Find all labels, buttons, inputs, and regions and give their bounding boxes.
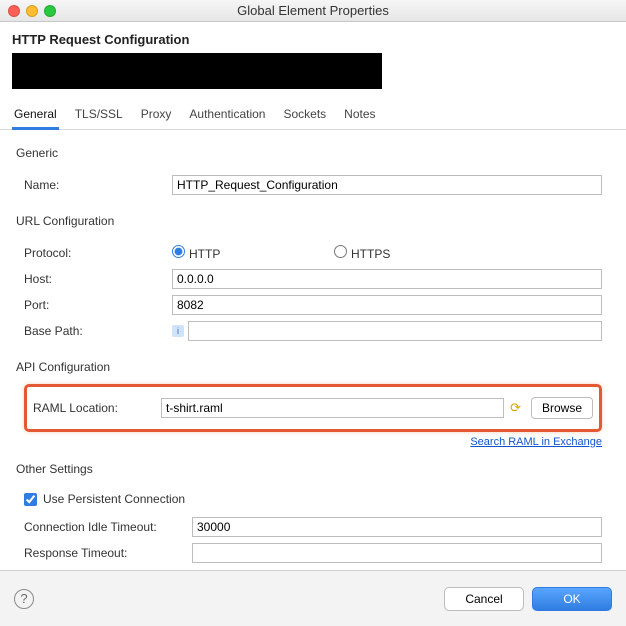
section-url-title: URL Configuration [16,214,610,228]
section-api-title: API Configuration [16,360,610,374]
tab-authentication[interactable]: Authentication [187,101,267,129]
ok-button[interactable]: OK [532,587,612,611]
tab-tlsssl[interactable]: TLS/SSL [73,101,125,129]
host-label: Host: [24,272,172,286]
protocol-http[interactable]: HTTP [172,245,320,261]
host-input[interactable] [172,269,602,289]
port-label: Port: [24,298,172,312]
zoom-icon[interactable] [44,5,56,17]
tab-content-general: Generic Name: URL Configuration Protocol… [0,130,626,586]
tab-general[interactable]: General [12,101,59,129]
persistent-checkbox[interactable] [24,493,37,506]
protocol-https[interactable]: HTTPS [334,245,482,261]
tab-sockets[interactable]: Sockets [281,101,328,129]
basepath-input[interactable] [188,321,602,341]
search-raml-link[interactable]: Search RAML in Exchange [470,436,602,448]
refresh-icon[interactable]: ⟳ [510,400,521,416]
tab-proxy[interactable]: Proxy [139,101,174,129]
port-input[interactable] [172,295,602,315]
browse-button[interactable]: Browse [531,397,593,419]
persistent-label: Use Persistent Connection [43,492,185,506]
window-titlebar: Global Element Properties [0,0,626,22]
protocol-http-radio[interactable] [172,245,185,258]
help-icon[interactable]: ? [14,589,34,609]
name-label: Name: [24,178,172,192]
protocol-radios: HTTP HTTPS [172,245,482,261]
window-controls [8,5,56,17]
tab-notes[interactable]: Notes [342,101,377,129]
protocol-https-radio[interactable] [334,245,347,258]
basepath-label: Base Path: [24,324,172,338]
tab-bar: General TLS/SSL Proxy Authentication Sockets… [0,97,626,130]
conn-idle-input[interactable] [192,517,602,537]
conn-idle-label: Connection Idle Timeout: [24,520,192,534]
page-title: HTTP Request Configuration [12,32,614,47]
minimize-icon[interactable] [26,5,38,17]
raml-row-highlight: RAML Location: ⟳ Browse [24,384,602,432]
resp-timeout-input[interactable] [192,543,602,563]
info-icon[interactable]: i [172,325,184,337]
dialog-footer: ? Cancel OK [0,570,626,626]
section-generic-title: Generic [16,146,610,160]
protocol-label: Protocol: [24,246,172,260]
window-title: Global Element Properties [8,3,618,18]
dialog-header: HTTP Request Configuration [0,22,626,97]
name-input[interactable] [172,175,602,195]
raml-input[interactable] [161,398,504,418]
section-other-title: Other Settings [16,462,610,476]
cancel-button[interactable]: Cancel [444,587,524,611]
resp-timeout-label: Response Timeout: [24,546,192,560]
close-icon[interactable] [8,5,20,17]
header-description-redacted [12,53,382,89]
raml-label: RAML Location: [33,401,161,415]
